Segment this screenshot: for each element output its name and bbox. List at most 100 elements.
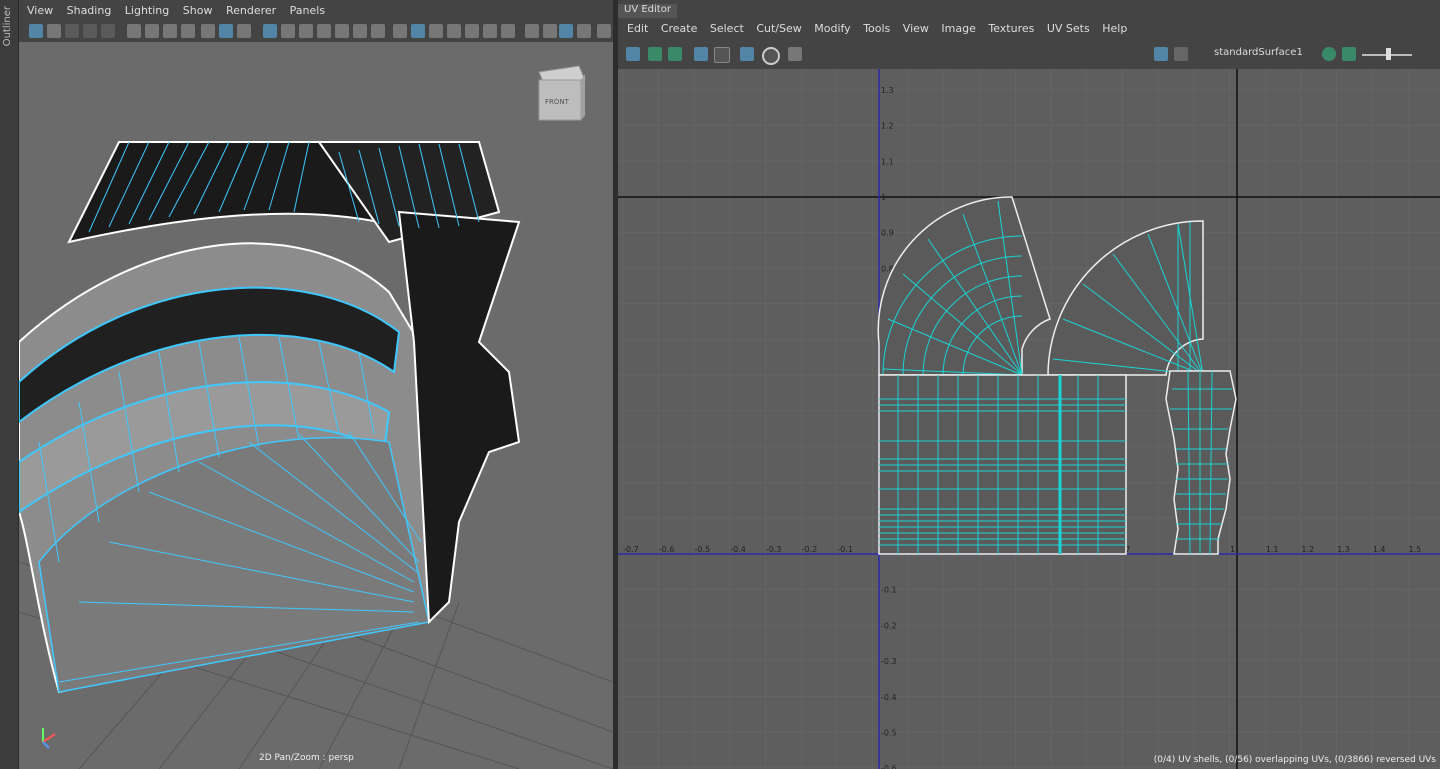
film-gate-icon[interactable] [127, 24, 141, 38]
view-cube[interactable] [538, 65, 586, 121]
uv-canvas: -0.7-0.6-0.5-0.4-0.3-0.2-0.1.711.11.21.3… [618, 69, 1440, 769]
y-tick-label: 1.2 [881, 122, 894, 131]
xray-icon[interactable] [577, 24, 591, 38]
bookmark-icon[interactable] [65, 24, 79, 38]
y-tick-label: -0.6 [881, 764, 897, 769]
menu-lighting[interactable]: Lighting [125, 4, 169, 17]
viewport-menubar: View Shading Lighting Show Renderer Pane… [19, 4, 613, 22]
y-tick-label: 0.9 [881, 229, 894, 238]
ambient-occlusion-icon[interactable] [501, 24, 515, 38]
uv-stack-icon[interactable] [668, 47, 682, 61]
uv-exposure-icon[interactable] [1322, 47, 1336, 61]
resolution-gate-icon[interactable] [145, 24, 159, 38]
uv-editor-title: UV Editor [618, 4, 677, 18]
safe-action-icon[interactable] [201, 24, 215, 38]
xray-joints-icon[interactable] [597, 24, 611, 38]
text-icon[interactable] [371, 24, 385, 38]
overscan-icon[interactable] [317, 24, 331, 38]
safe-title-icon[interactable] [219, 24, 233, 38]
x-tick-label: -0.1 [837, 545, 853, 554]
motion-blur-icon[interactable] [525, 24, 539, 38]
textured-icon[interactable] [429, 24, 443, 38]
light-icon[interactable] [483, 24, 497, 38]
image-plane-icon[interactable] [83, 24, 97, 38]
uv-grid-icon[interactable] [740, 47, 754, 61]
uv-editor-panel: UV Editor Edit Create Select Cut/Sew Mod… [618, 0, 1440, 769]
uv-checker-icon[interactable] [1174, 47, 1188, 61]
y-tick-label: 1.3 [881, 86, 894, 95]
x-tick-label: 1.2 [1301, 545, 1314, 554]
gate-mask-icon[interactable] [163, 24, 177, 38]
x-tick-label: 1 [1230, 545, 1235, 554]
menu-uv-view[interactable]: View [903, 22, 929, 35]
uv-status-bar: (0/4) UV shells, (0/56) overlapping UVs,… [1153, 755, 1436, 765]
menu-textures[interactable]: Textures [988, 22, 1034, 35]
uv-shell-rectangle[interactable] [878, 374, 1127, 555]
view-icon[interactable] [101, 24, 115, 38]
grid-icon[interactable] [263, 24, 277, 38]
x-tick-label: -0.7 [623, 545, 639, 554]
menu-create[interactable]: Create [661, 22, 698, 35]
y-tick-label: -0.3 [881, 657, 897, 666]
menu-panels[interactable]: Panels [290, 4, 325, 17]
x-tick-label: -0.5 [695, 545, 711, 554]
uv-gamma-icon[interactable] [1342, 47, 1356, 61]
x-tick-label: 1.5 [1409, 545, 1422, 554]
menu-select[interactable]: Select [710, 22, 744, 35]
camera-label: 2D Pan/Zoom : persp [259, 753, 354, 763]
film-icon[interactable] [281, 24, 295, 38]
smooth-shade-icon[interactable] [411, 24, 425, 38]
uv-opacity-slider-handle[interactable] [1386, 48, 1391, 60]
gate-icon[interactable] [299, 24, 313, 38]
uv-toolbar: standardSurface1 [618, 42, 1440, 68]
axis-gizmo [42, 728, 56, 749]
perspective-panel: View Shading Lighting Show Renderer Pane… [19, 0, 613, 769]
menu-shading[interactable]: Shading [67, 4, 112, 17]
wireframe-icon[interactable] [393, 24, 407, 38]
uv-distortion-icon[interactable] [762, 47, 780, 65]
field-chart-icon[interactable] [181, 24, 195, 38]
use-all-lights-icon[interactable] [447, 24, 461, 38]
menu-show[interactable]: Show [183, 4, 213, 17]
viewport-toolbar [19, 22, 613, 42]
shader-dropdown[interactable]: standardSurface1 [1214, 47, 1303, 58]
pencil-icon[interactable] [237, 24, 251, 38]
uv-frame-icon[interactable] [694, 47, 708, 61]
shadows-icon[interactable] [465, 24, 479, 38]
uv-snapshot-icon[interactable] [788, 47, 802, 61]
menu-uv-sets[interactable]: UV Sets [1047, 22, 1090, 35]
menu-help[interactable]: Help [1102, 22, 1127, 35]
menu-edit[interactable]: Edit [627, 22, 648, 35]
isolate-select-icon[interactable] [559, 24, 573, 38]
menu-cut-sew[interactable]: Cut/Sew [756, 22, 801, 35]
menu-tools[interactable]: Tools [863, 22, 890, 35]
menu-renderer[interactable]: Renderer [226, 4, 276, 17]
outliner-label: Outliner [2, 6, 13, 47]
uv-grid-snap-icon[interactable] [626, 47, 640, 61]
anti-alias-icon[interactable] [543, 24, 557, 38]
viewport-3d[interactable]: FRONT 2D Pan/Zoom : persp [19, 42, 613, 769]
view-cube-label: FRONT [545, 98, 569, 106]
select-camera-icon[interactable] [29, 24, 43, 38]
menu-view[interactable]: View [27, 4, 53, 17]
uv-border-icon[interactable] [714, 47, 730, 63]
x-tick-label: -0.3 [766, 545, 782, 554]
y-tick-label: -0.5 [881, 729, 897, 738]
y-tick-label: 1 [881, 193, 886, 202]
safe-region-icon[interactable] [335, 24, 349, 38]
camera-attributes-icon[interactable] [47, 24, 61, 38]
uv-shell-icon[interactable] [648, 47, 662, 61]
x-tick-label: 1.3 [1337, 545, 1350, 554]
mesh-render [19, 65, 613, 769]
x-tick-label: 1.1 [1266, 545, 1279, 554]
y-tick-label: -0.1 [881, 586, 897, 595]
title-safe-icon[interactable] [353, 24, 367, 38]
y-tick-label: -0.2 [881, 621, 897, 630]
menu-image[interactable]: Image [941, 22, 975, 35]
uv-menubar: Edit Create Select Cut/Sew Modify Tools … [618, 19, 1440, 39]
uv-grid-view[interactable]: -0.7-0.6-0.5-0.4-0.3-0.2-0.1.711.11.21.3… [618, 69, 1440, 769]
outliner-tab[interactable]: Outliner [0, 0, 19, 769]
uv-image-icon[interactable] [1154, 47, 1168, 61]
menu-modify[interactable]: Modify [814, 22, 850, 35]
y-tick-label: 1.1 [881, 157, 894, 166]
